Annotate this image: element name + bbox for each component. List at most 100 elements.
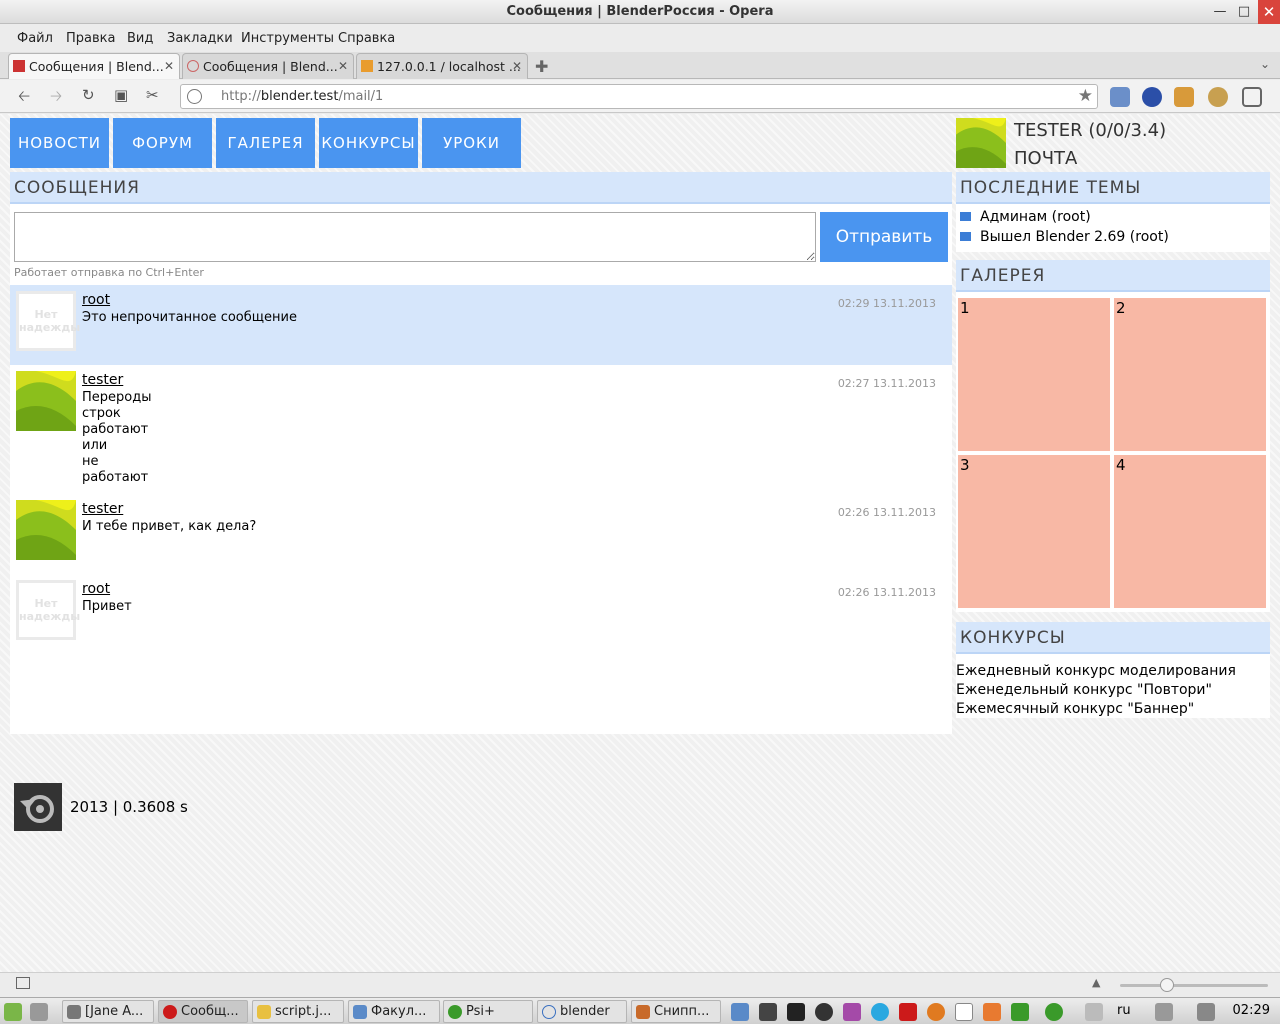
latest-topics-block: ПОСЛЕДНИЕ ТЕМЫ Админам (root) Вышел Blen… xyxy=(956,172,1270,252)
nav-lessons[interactable]: УРОКИ xyxy=(422,118,521,168)
icq-icon[interactable] xyxy=(1045,1003,1063,1021)
tab-close-icon[interactable]: ✕ xyxy=(338,59,348,73)
pidgin-icon[interactable] xyxy=(843,1003,861,1021)
task-opera[interactable]: Сообщ... xyxy=(158,1000,248,1023)
nav-gallery[interactable]: ГАЛЕРЕЯ xyxy=(216,118,315,168)
send-hint: Работает отправка по Ctrl+Enter xyxy=(14,266,204,279)
close-window-button[interactable]: ✕ xyxy=(1258,0,1280,24)
message-text: И тебе привет, как дела? xyxy=(82,519,257,534)
topic-item[interactable]: Вышел Blender 2.69 (root) xyxy=(980,229,1169,245)
terminal-icon[interactable] xyxy=(787,1003,805,1021)
extension-coin-icon[interactable] xyxy=(1208,87,1228,107)
zoom-slider[interactable] xyxy=(1120,978,1268,992)
text-editor-icon[interactable] xyxy=(955,1003,973,1021)
message-author-link[interactable]: root xyxy=(82,292,110,308)
mail-link[interactable]: ПОЧТА xyxy=(1014,148,1077,169)
fullscreen-icon[interactable] xyxy=(1242,87,1262,107)
app-icon[interactable] xyxy=(815,1003,833,1021)
show-desktop-icon[interactable] xyxy=(30,1003,48,1021)
messages-header: СООБЩЕНИЯ xyxy=(10,172,952,204)
home-folder-icon[interactable] xyxy=(731,1003,749,1021)
forward-icon[interactable]: 🡢 xyxy=(50,86,62,111)
message-author-link[interactable]: root xyxy=(82,581,110,597)
blender-logo-icon xyxy=(14,783,62,831)
volume-icon[interactable] xyxy=(1197,1003,1215,1021)
gallery-thumbnail[interactable]: 3 xyxy=(958,455,1110,608)
task-folder[interactable]: Факул... xyxy=(348,1000,440,1023)
task-psi[interactable]: Psi+ xyxy=(443,1000,533,1023)
user-name-link[interactable]: TESTER (0/0/3.4) xyxy=(1014,120,1166,141)
gallery-block: ГАЛЕРЕЯ 1 2 3 4 xyxy=(956,260,1270,612)
tab-phpmyadmin[interactable]: 127.0.0.1 / localhost ... ✕ xyxy=(356,53,528,79)
tab-menu-chevron-icon[interactable]: ⌄ xyxy=(1260,57,1270,71)
tab-messages-1[interactable]: Сообщения | Blend... ✕ xyxy=(8,53,180,79)
tools-icon[interactable]: ✂ xyxy=(146,86,159,104)
message-date: 02:26 13.11.2013 xyxy=(837,586,936,599)
message-author-link[interactable]: tester xyxy=(82,501,123,517)
panel-toggle-icon[interactable] xyxy=(16,977,30,989)
zoom-slider-handle[interactable] xyxy=(1160,978,1175,992)
message-input[interactable] xyxy=(14,212,816,262)
minimize-icon[interactable]: — xyxy=(1210,2,1230,22)
palette-icon[interactable] xyxy=(1174,87,1194,107)
keyboard-layout[interactable]: ru xyxy=(1117,1003,1131,1018)
bookmark-star-icon[interactable]: ★ xyxy=(1078,86,1093,106)
gallery-thumbnail[interactable]: 1 xyxy=(958,298,1110,451)
contest-link[interactable]: Ежемесячный конкурс "Баннер" xyxy=(956,701,1194,717)
gallery-thumbnail[interactable]: 4 xyxy=(1114,455,1266,608)
gallery-thumbnail[interactable]: 2 xyxy=(1114,298,1266,451)
zoom-up-icon[interactable]: ▲ xyxy=(1092,976,1100,989)
system-monitor-icon[interactable] xyxy=(759,1003,777,1021)
nav-contests[interactable]: КОНКУРСЫ xyxy=(319,118,418,168)
contests-block: КОНКУРСЫ Ежедневный конкурс моделировани… xyxy=(956,622,1270,718)
firefox-icon[interactable] xyxy=(927,1003,945,1021)
keyboard-icon[interactable] xyxy=(1085,1003,1103,1021)
new-tab-icon[interactable]: ✚ xyxy=(535,57,548,76)
start-menu-icon[interactable] xyxy=(4,1003,22,1021)
tab-close-icon[interactable]: ✕ xyxy=(164,59,174,73)
tab-bar: Сообщения | Blend... ✕ Сообщения | Blend… xyxy=(0,52,1280,79)
menu-file[interactable]: Файл xyxy=(17,31,53,46)
task-jane[interactable]: [Jane A... xyxy=(62,1000,154,1023)
tab-close-icon[interactable]: ✕ xyxy=(512,59,522,73)
message-author-link[interactable]: tester xyxy=(82,372,123,388)
avatar xyxy=(16,500,76,560)
skype-icon[interactable] xyxy=(871,1003,889,1021)
reload-icon[interactable]: ↻ xyxy=(82,86,95,104)
clock[interactable]: 02:29 xyxy=(1233,1003,1270,1018)
message-text: Перероды строк работают или не работают xyxy=(82,390,152,485)
nav-news[interactable]: НОВОСТИ xyxy=(10,118,109,168)
extension-a-icon[interactable] xyxy=(1142,87,1162,107)
message-item: Нет надежды root Это непрочитанное сообщ… xyxy=(10,285,952,365)
window-title: Сообщения | BlenderРоссия - Opera xyxy=(506,4,774,19)
blender-app-icon[interactable] xyxy=(983,1003,1001,1021)
maximize-icon[interactable]: □ xyxy=(1234,2,1254,22)
message-item: tester Перероды строк работают или не ра… xyxy=(10,365,952,495)
address-field[interactable]: http://blender.test/mail/1 ★ xyxy=(180,84,1098,109)
user-avatar[interactable] xyxy=(956,118,1006,168)
navigation-bar: 🡠 🡢 ↻ ▣ ✂ http://blender.test/mail/1 ★ xyxy=(0,80,1280,113)
network-icon[interactable] xyxy=(1155,1003,1173,1021)
contest-link[interactable]: Еженедельный конкурс "Повтори" xyxy=(956,682,1212,698)
avatar xyxy=(16,371,76,431)
tab-messages-2[interactable]: Сообщения | Blend... ✕ xyxy=(182,53,354,79)
menu-help[interactable]: Справка xyxy=(338,31,395,46)
topic-item[interactable]: Админам (root) xyxy=(980,209,1091,225)
task-snippets[interactable]: Снипп... xyxy=(631,1000,721,1023)
back-icon[interactable]: 🡠 xyxy=(18,86,30,111)
menu-edit[interactable]: Правка xyxy=(66,31,115,46)
opera-icon[interactable] xyxy=(899,1003,917,1021)
image-toggle-icon[interactable]: ▣ xyxy=(114,86,128,104)
task-script[interactable]: script.j... xyxy=(252,1000,344,1023)
tab-label: 127.0.0.1 / localhost ... xyxy=(377,59,521,74)
send-button[interactable]: Отправить xyxy=(820,212,948,262)
menu-view[interactable]: Вид xyxy=(127,31,153,46)
task-blender[interactable]: blender xyxy=(537,1000,627,1023)
loading-favicon-icon xyxy=(187,60,199,72)
menu-bookmarks[interactable]: Закладки xyxy=(167,31,233,46)
nav-forum[interactable]: ФОРУМ xyxy=(113,118,212,168)
contest-link[interactable]: Ежедневный конкурс моделирования xyxy=(956,663,1236,679)
turbo-off-icon[interactable] xyxy=(1110,87,1130,107)
gimp-icon[interactable] xyxy=(1011,1003,1029,1021)
menu-tools[interactable]: Инструменты xyxy=(241,31,334,46)
